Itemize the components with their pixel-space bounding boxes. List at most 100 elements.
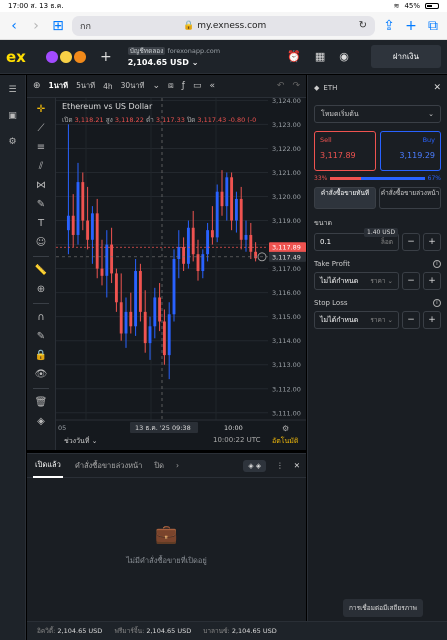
timeframe-30m[interactable]: 30นาที: [121, 80, 145, 92]
crosshair-icon[interactable]: ✛: [37, 104, 45, 115]
stop-loss-input[interactable]: ไม่ได้กำหนด ราคา ⌄: [314, 311, 399, 329]
eye-icon[interactable]: 👁: [35, 369, 48, 380]
order-mode-select[interactable]: โหมดเริ่มต้น ⌄: [314, 105, 441, 123]
briefcase-icon: 💼: [155, 524, 178, 545]
book-icon[interactable]: ⊞: [50, 18, 66, 34]
layers-icon[interactable]: ◈: [37, 416, 45, 427]
order-panel: ◆ ETH ✕ โหมดเริ่มต้น ⌄ Sell 3,117.89 Buy …: [307, 75, 447, 621]
close-icon[interactable]: ✕: [294, 461, 300, 470]
settings-icon[interactable]: ⚙: [8, 137, 16, 147]
emoji-icon[interactable]: ☺: [36, 237, 46, 248]
y-tick-label: 3,111.00: [272, 409, 301, 417]
more-icon[interactable]: ⋮: [276, 461, 284, 470]
profile-icon[interactable]: ◉: [339, 50, 349, 63]
add-indicator-icon[interactable]: ⊕: [33, 81, 41, 91]
replay-icon[interactable]: «: [209, 81, 215, 91]
chart-title: Ethereum vs US Dollar: [62, 102, 153, 111]
candle-body: [95, 213, 99, 269]
fib-icon[interactable]: ≡: [37, 142, 45, 153]
deposit-button[interactable]: ฝากเงิน: [370, 45, 441, 68]
trendline-icon[interactable]: ⟋: [38, 123, 45, 134]
footer-balance: บาลานซ์: 2,104.65 USD: [203, 627, 277, 635]
add-instrument-icon[interactable]: +: [100, 49, 112, 65]
buy-button[interactable]: Buy 3,119.29: [379, 131, 441, 171]
back-icon[interactable]: ‹: [6, 18, 22, 34]
reload-icon[interactable]: ↻: [359, 20, 367, 31]
tab-label[interactable]: กก: [80, 19, 91, 33]
crosshair-time-label: 13 ธ.ค. '25 09:38: [135, 424, 191, 432]
battery-icon: [425, 3, 439, 9]
volume-increase-button[interactable]: +: [423, 233, 441, 251]
redo-icon[interactable]: ↷: [292, 81, 300, 91]
chevron-down-icon[interactable]: ⌄: [152, 81, 160, 91]
exness-logo[interactable]: ex: [6, 48, 34, 66]
instrument-tab-icon[interactable]: [74, 50, 86, 63]
layout-icon[interactable]: ▭: [193, 81, 202, 91]
timeframe-4h[interactable]: 4h: [103, 82, 113, 91]
channel-icon[interactable]: ⫽: [39, 161, 43, 172]
tab-open[interactable]: เปิดแล้ว: [33, 453, 63, 478]
candle-body: [177, 246, 181, 259]
ruler-icon[interactable]: 📏: [35, 265, 47, 276]
candle-body: [129, 311, 133, 327]
pending-order-tab[interactable]: คำสั่งซื้อขายล่วงหน้า: [379, 187, 441, 209]
candle-body: [210, 230, 214, 238]
tp-decrease-button[interactable]: −: [402, 272, 420, 290]
x-tick-label: 10:00: [224, 424, 243, 432]
take-profit-input[interactable]: ไม่ได้กำหนด ราคา ⌄: [314, 272, 399, 290]
pattern-icon[interactable]: ⋈: [36, 180, 46, 191]
chevron-right-icon[interactable]: ›: [176, 461, 179, 470]
chart-clock: 10:00:22 UTC: [213, 436, 261, 444]
forward-icon[interactable]: ›: [28, 18, 44, 34]
close-icon[interactable]: ✕: [433, 83, 441, 93]
instrument-tab-icon[interactable]: [60, 50, 72, 63]
candle-body: [66, 215, 70, 231]
date-range-selector[interactable]: ช่วงวันที่ ⌄: [64, 436, 98, 447]
share-icon[interactable]: ⇪: [381, 18, 397, 34]
candle-type-icon[interactable]: ⧈: [168, 81, 174, 91]
volume-decrease-button[interactable]: −: [402, 233, 420, 251]
account-server: forexonapp.com: [167, 46, 221, 55]
account-selector[interactable]: บัญชีทดลอง forexonapp.com 2,104.65 USD ⌄: [127, 46, 221, 68]
alarm-icon[interactable]: ⏰: [287, 50, 301, 63]
text-icon[interactable]: T: [38, 218, 44, 229]
info-icon: i: [433, 260, 441, 268]
price-chart[interactable]: 3,124.00 3,123.00 3,122.00 3,121.00 3,120.00…: [56, 98, 306, 450]
tab-closed[interactable]: ปิด: [154, 460, 164, 472]
new-tab-icon[interactable]: +: [403, 18, 419, 34]
sell-button[interactable]: Sell 3,117.89: [314, 131, 376, 171]
undo-icon[interactable]: ↶: [277, 81, 285, 91]
magnet-icon[interactable]: ∩: [37, 312, 44, 323]
sl-decrease-button[interactable]: −: [402, 311, 420, 329]
apps-grid-icon[interactable]: ▦: [315, 50, 325, 63]
zoom-in-icon[interactable]: ⊕: [37, 284, 45, 295]
sl-increase-button[interactable]: +: [423, 311, 441, 329]
lock-icon[interactable]: 🔒: [35, 350, 47, 361]
brush-icon[interactable]: ✎: [37, 199, 45, 210]
market-order-tab[interactable]: คำสั่งซื้อขายทันที: [314, 187, 376, 209]
left-nav-rail: ☰ ▣ ⚙: [0, 75, 26, 640]
layers-toggle-icon[interactable]: ◈ ◈: [243, 459, 267, 472]
indicators-icon[interactable]: ƒ: [182, 81, 185, 91]
candlestick-plot[interactable]: 3,124.00 3,123.00 3,122.00 3,121.00 3,120.00…: [56, 98, 306, 450]
lock-drawings-icon[interactable]: ✎: [37, 331, 45, 342]
instrument-tab-icon[interactable]: [46, 50, 58, 63]
candle-body: [206, 230, 210, 255]
address-bar[interactable]: กก 🔒 my.exness.com ↻: [72, 15, 375, 36]
candle-body: [110, 244, 114, 274]
tp-increase-button[interactable]: +: [423, 272, 441, 290]
trash-icon[interactable]: 🗑: [35, 397, 48, 408]
account-type-badge: บัญชีทดลอง: [127, 46, 166, 55]
candle-body: [105, 244, 109, 276]
timeframe-5m[interactable]: 5นาที: [76, 80, 95, 92]
spread-badge: 1.40 USD: [364, 228, 399, 237]
chevron-down-icon: ⌄: [428, 110, 434, 118]
candle-body: [71, 215, 75, 235]
tab-pending[interactable]: คำสั่งซื้อขายล่วงหน้า: [75, 460, 143, 472]
tabs-icon[interactable]: ⧉: [425, 18, 441, 34]
autoscale-button[interactable]: อัตโนมัติ: [272, 436, 298, 447]
calendar-icon[interactable]: ▣: [8, 111, 17, 121]
menu-icon[interactable]: ☰: [8, 85, 16, 95]
y-tick-label: 3,114.00: [272, 337, 301, 345]
timeframe-1m[interactable]: 1นาที: [49, 80, 69, 92]
